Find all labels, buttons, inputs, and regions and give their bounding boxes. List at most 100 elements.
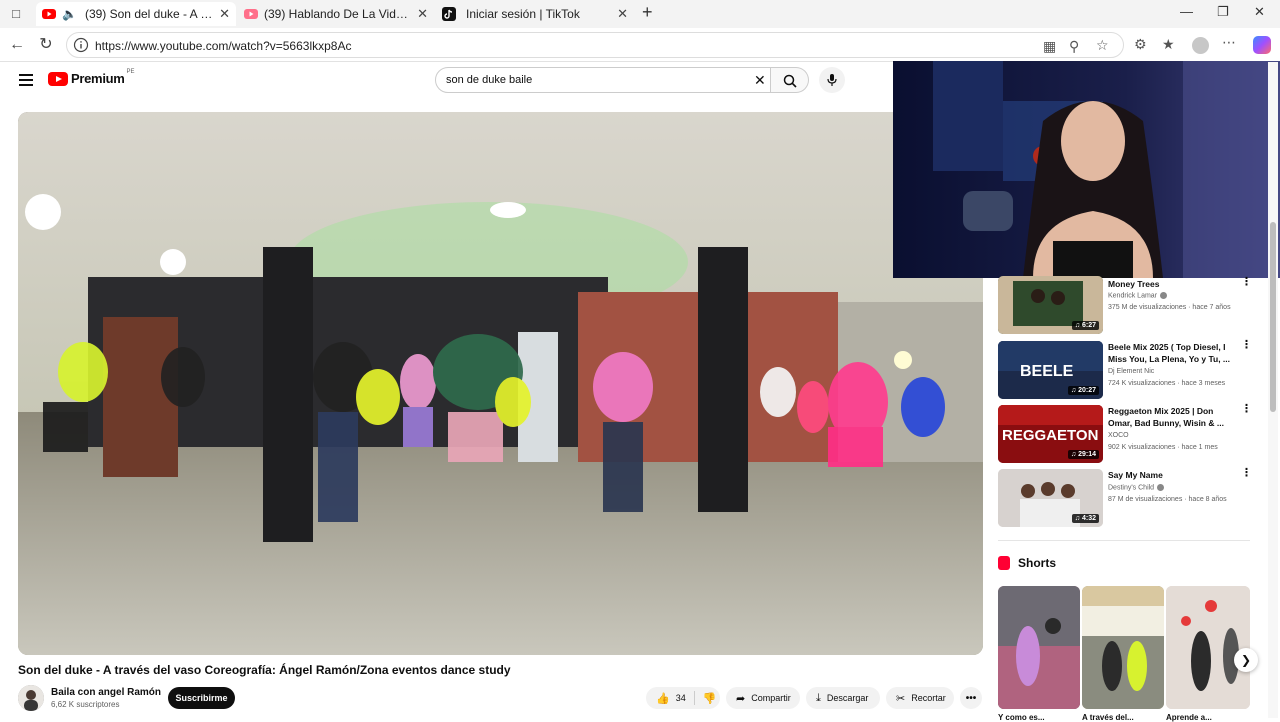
download-label: Descargar [826,693,869,703]
close-tab-icon[interactable]: ✕ [617,6,628,22]
sidebar-channel-name[interactable]: Destiny's Child [1108,484,1165,491]
app-view-icon[interactable]: ▦ [1043,38,1056,55]
short-card[interactable] [998,586,1080,709]
duration-badge: ♫ 20:27 [1067,386,1099,395]
channel-avatar[interactable] [18,685,44,711]
subscribe-button[interactable]: Suscribirme [168,687,235,709]
favorite-star-icon[interactable]: ☆ [1096,37,1109,54]
tab-title: Iniciar sesión | TikTok [466,7,580,21]
sidebar-video-item[interactable]: REGGAETON ♫ 29:14 Reggaeton Mix 2025 | D… [998,404,1253,463]
shorts-logo-icon [998,556,1010,570]
short-caption[interactable]: A través del... [1082,713,1134,722]
search-input[interactable]: son de duke baile ✕ [435,67,771,93]
new-tab-button[interactable]: + [642,2,653,23]
video-frame-dance-hall [18,112,983,655]
shorts-next-button[interactable]: ❯ [1234,648,1258,672]
url-field[interactable]: https://www.youtube.com/watch?v=5663lkxp… [66,32,1124,58]
maximize-icon[interactable]: ❐ [1217,4,1229,20]
sidebar-video-title[interactable]: Beele Mix 2025 ( Top Diesel, I Miss You,… [1108,341,1236,365]
short-card[interactable] [1166,586,1250,709]
youtube-premium-logo[interactable]: Premium PE [48,69,135,86]
video-player[interactable] [18,112,983,655]
kebab-menu-icon[interactable]: ⋮ [1241,277,1252,288]
short-caption[interactable]: Y como es... [998,713,1045,722]
sidebar-video-title[interactable]: Say My Name [1108,469,1236,481]
browser-tab-bar: □ 🔈 (39) Son del duke - A través ✕ (39) … [0,0,1280,28]
short-caption[interactable]: Aprende a... [1166,713,1212,722]
search-query: son de duke baile [446,74,533,86]
site-info-icon[interactable] [73,37,89,53]
download-button[interactable]: ⤓ Descargar [806,687,880,709]
youtube-play-icon [48,71,68,86]
like-count[interactable]: 34 [676,693,686,703]
kebab-menu-icon[interactable]: ⋮ [1241,468,1252,479]
tiktok-favicon-icon [442,7,456,21]
video-thumbnail[interactable]: REGGAETON ♫ 29:14 [998,405,1103,463]
like-thumb-icon[interactable]: 👍 [656,692,670,705]
verified-badge-icon [1157,484,1165,491]
verified-badge-icon [1160,292,1168,299]
channel-avatar-image [18,685,44,711]
close-tab-icon[interactable]: ✕ [417,6,428,22]
more-menu-icon[interactable]: ⋯ [1222,34,1236,51]
sidebar-video-meta: 902 K visualizaciones · hace 1 mes [1108,444,1218,451]
webcam-overlay [893,61,1280,278]
kebab-menu-icon[interactable]: ⋮ [1241,340,1252,351]
copilot-icon[interactable] [1253,36,1271,54]
share-label: Compartir [751,693,791,703]
chevron-right-icon: ❯ [1240,653,1252,667]
shorts-title: Shorts [1018,556,1057,570]
tab-youtube-other[interactable]: (39) Hablando De La Vida con Da ✕ [240,2,434,26]
channel-name[interactable]: Baila con angel Ramón [51,687,161,698]
short-card[interactable] [1082,586,1164,709]
hamburger-menu-icon[interactable] [19,74,33,86]
video-thumbnail[interactable]: BEELE ♫ 20:27 [998,341,1103,399]
sidebar-channel-name[interactable]: XOCO [1108,432,1129,439]
favorites-icon[interactable]: ★ [1162,36,1175,53]
kebab-menu-icon[interactable]: ⋮ [1241,404,1252,415]
duration-badge: ♫ 6:27 [1071,321,1099,330]
video-thumbnail[interactable]: ♫ 6:27 [998,276,1103,334]
thumbnail-text: BEELE [1020,363,1074,380]
clip-label: Recortar [911,693,946,703]
sidebar-video-item[interactable]: ♫ 6:27 Money Trees Kendrick Lamar 375 M … [998,276,1253,334]
logo-text: Premium [71,71,125,86]
short-thumbnail [1166,586,1250,709]
close-tab-icon[interactable]: ✕ [219,6,230,22]
webcam-image [893,61,1280,278]
sidebar-video-meta: 375 M de visualizaciones · hace 7 años [1108,304,1231,311]
clip-button[interactable]: ✂ Recortar [886,687,954,709]
tab-youtube-video[interactable]: 🔈 (39) Son del duke - A través ✕ [36,2,236,26]
dislike-thumb-icon[interactable]: 👎 [703,692,717,705]
sidebar-video-item[interactable]: ♫ 4:32 Say My Name Destiny's Child 87 M … [998,468,1253,527]
search-button[interactable] [771,67,809,93]
speaker-icon[interactable]: 🔈 [62,7,77,21]
sidebar-video-item[interactable]: BEELE ♫ 20:27 Beele Mix 2025 ( Top Diese… [998,340,1253,399]
download-icon: ⤓ [816,691,821,704]
video-title: Son del duke - A través del vaso Coreogr… [18,663,511,677]
voice-search-button[interactable] [819,67,845,93]
close-window-icon[interactable]: ✕ [1254,4,1265,20]
share-icon: ➦ [736,692,746,705]
scrollbar-thumb[interactable] [1270,222,1276,412]
clear-search-icon[interactable]: ✕ [754,72,766,89]
sidebar-channel-name[interactable]: Dj Element Nic [1108,368,1154,375]
zoom-icon[interactable]: ⚲ [1069,38,1079,55]
back-arrow-icon[interactable]: ← [8,36,26,54]
extension-icon[interactable]: ⚙ [1134,36,1147,53]
sidebar-video-title[interactable]: Money Trees [1108,278,1236,290]
sidebar-video-title[interactable]: Reggaeton Mix 2025 | Don Omar, Bad Bunny… [1108,405,1236,429]
profile-avatar[interactable] [1192,37,1209,54]
sidebar-channel-name[interactable]: Kendrick Lamar [1108,292,1168,299]
tab-tiktok[interactable]: Iniciar sesión | TikTok ✕ [438,2,634,26]
reload-icon[interactable]: ↻ [37,36,55,54]
more-actions-button[interactable]: ••• [960,687,982,709]
video-thumbnail[interactable]: ♫ 4:32 [998,469,1103,527]
short-thumbnail [1082,586,1164,709]
share-button[interactable]: ➦ Compartir [726,687,800,709]
shorts-section-header: Shorts [998,556,1056,570]
tab-actions-icon[interactable]: □ [7,5,25,23]
page-scrollbar[interactable] [1268,62,1278,718]
youtube-favicon-icon [42,9,56,19]
minimize-icon[interactable]: — [1180,4,1193,19]
